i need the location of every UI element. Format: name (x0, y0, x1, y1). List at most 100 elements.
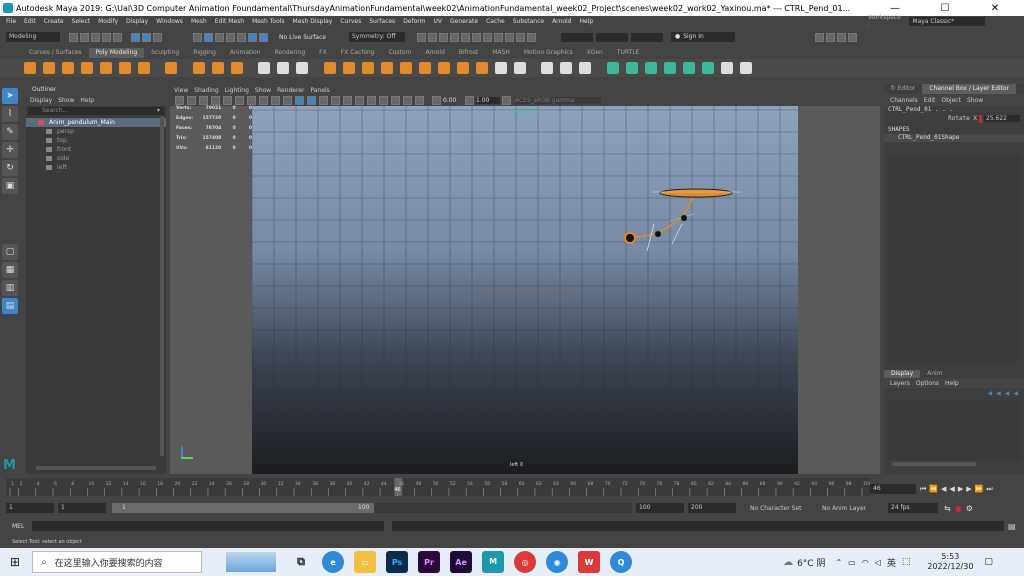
wireframe-icon[interactable] (295, 95, 304, 105)
sew-uv-icon[interactable] (682, 62, 695, 74)
premiere-icon[interactable]: Pr (418, 551, 441, 573)
menu-substance[interactable]: Substance (509, 18, 548, 25)
sculpt-icon[interactable] (494, 32, 503, 42)
layer-new-sel-icon[interactable]: ◀ (996, 390, 1001, 397)
gamma-field[interactable]: 1.00 (476, 96, 500, 104)
platonic-icon[interactable] (165, 62, 177, 74)
menu-create[interactable]: Create (40, 18, 68, 25)
select-object-icon[interactable] (142, 32, 151, 42)
menu-curves[interactable]: Curves (336, 18, 365, 25)
workspace-dropdown[interactable]: Maya Classic* (909, 16, 985, 26)
range-start2-field[interactable]: 1 (58, 503, 106, 513)
separate-icon[interactable] (277, 62, 289, 74)
app-tray-icon[interactable]: ⬚ (902, 557, 911, 567)
shelf-tab-turtle[interactable]: TURTLE (610, 48, 647, 58)
dropdown-icon[interactable]: ▾ (157, 107, 160, 114)
live-surface-field[interactable]: No Live Surface (279, 34, 343, 41)
play-forward-icon[interactable]: ▶ (958, 485, 963, 493)
xray-icon[interactable] (391, 95, 400, 105)
snap-live-icon[interactable] (248, 32, 257, 42)
poly-torus-icon[interactable] (99, 62, 112, 74)
layer-remove-icon[interactable]: ◀ (1013, 390, 1018, 397)
smooth-icon[interactable] (296, 62, 308, 74)
exposure-icon[interactable] (432, 95, 441, 105)
channel-icon[interactable] (527, 32, 536, 42)
clock[interactable]: 5:53 2022/12/30 (922, 552, 978, 572)
layer-scrollbar[interactable] (892, 462, 976, 466)
select-tool-icon[interactable]: ➤ (2, 88, 18, 104)
lights-icon[interactable] (331, 95, 340, 105)
snap-surface-icon[interactable] (237, 32, 246, 42)
rotate-tool-icon[interactable]: ↻ (2, 160, 18, 176)
boolean-icon[interactable] (323, 62, 336, 74)
snap-grid-icon[interactable] (193, 32, 202, 42)
new-scene-icon[interactable] (69, 32, 78, 42)
menu-display[interactable]: Display (122, 18, 152, 25)
gate-mask-icon[interactable] (259, 95, 268, 105)
render-settings-icon[interactable] (450, 32, 459, 42)
layout-uv-icon[interactable] (720, 62, 733, 74)
tab-display-layers[interactable]: Display (884, 370, 921, 378)
outliner-item-side[interactable]: side (26, 154, 166, 163)
outliner-menu-show[interactable]: Show (58, 97, 74, 104)
scale-tool-icon[interactable]: ▣ (2, 178, 18, 194)
xray-joints-icon[interactable] (403, 95, 412, 105)
layer-add-icon[interactable]: ◀ (1005, 390, 1010, 397)
menu-generate[interactable]: Generate (446, 18, 482, 25)
menu-select[interactable]: Select (68, 18, 95, 25)
task-view-icon[interactable]: ⧉ (290, 551, 312, 573)
go-start-icon[interactable]: ⏮ (920, 485, 926, 494)
viewport-menu-show[interactable]: Show (255, 87, 271, 94)
pendulum-base[interactable] (659, 188, 733, 198)
taskbar-search-input[interactable]: 在这里输入你要搜索的内容 (55, 556, 163, 569)
mash-icon[interactable] (516, 32, 525, 42)
command-language-label[interactable]: MEL (12, 523, 30, 530)
volume-icon[interactable]: ◁ (875, 558, 881, 567)
shelf-tab-custom[interactable]: Custom (381, 48, 418, 58)
go-end-icon[interactable]: ⏭ (986, 485, 992, 494)
snap-curve-icon[interactable] (204, 32, 213, 42)
menu-modify[interactable]: Modify (94, 18, 122, 25)
smooth-shade-icon[interactable] (307, 95, 316, 105)
super-shape-icon[interactable] (192, 62, 205, 74)
menu-mesh[interactable]: Mesh (187, 18, 211, 25)
step-forward-key-icon[interactable]: ⏩ (975, 485, 984, 493)
color-space-dropdown[interactable]: ACES_sRGB gamma (515, 96, 601, 104)
four-pane-icon[interactable]: ▥ (2, 280, 18, 296)
workspace-selector[interactable]: Workspace : Maya Classic* ⚙ (868, 14, 1024, 28)
outliner-item-anim-pendulum-main[interactable]: Anim_pendulum_Main (26, 118, 166, 127)
browser-360-icon[interactable]: ◉ (546, 551, 569, 573)
current-frame-field[interactable]: 46 (870, 484, 916, 494)
range-end-field[interactable]: 100 (636, 503, 684, 513)
outliner-menu-display[interactable]: Display (30, 97, 52, 104)
auto-key-icon[interactable]: ● (955, 504, 962, 513)
menu-windows[interactable]: Windows (152, 18, 187, 25)
range-end2-field[interactable]: 200 (688, 503, 736, 513)
last-tool-icon[interactable]: ▢ (2, 244, 18, 260)
camera-select-icon[interactable] (175, 95, 184, 105)
shape-name[interactable]: CTRL_Pend_01Shape (884, 134, 1024, 142)
outliner-menu-help[interactable]: Help (80, 97, 94, 104)
shelf-tab-mash[interactable]: MASH (485, 48, 517, 58)
snap-view-icon[interactable] (226, 32, 235, 42)
shelf-tab-rendering[interactable]: Rendering (268, 48, 313, 58)
poly-disc-icon[interactable] (137, 62, 150, 74)
pendulum-end-ctrl[interactable] (624, 232, 636, 244)
select-component-icon[interactable] (153, 32, 162, 42)
color-mgmt-icon[interactable] (502, 95, 511, 105)
app-search-icon[interactable]: Q (610, 551, 633, 573)
combine-icon[interactable] (258, 62, 270, 74)
script-editor-icon[interactable]: ▤ (1008, 522, 1016, 531)
channel-object-name[interactable]: CTRL_Pend_01 . . . (884, 106, 1024, 114)
outliner-item-persp[interactable]: persp (26, 127, 166, 136)
netease-music-icon[interactable]: ◎ (514, 551, 537, 573)
coord-y-field[interactable] (596, 32, 628, 42)
field-chart-icon[interactable] (271, 95, 280, 105)
layout-icon-2[interactable] (826, 32, 835, 42)
shadows-icon[interactable] (343, 95, 352, 105)
safe-action-icon[interactable] (283, 95, 292, 105)
windows-start-icon[interactable]: ⊞ (10, 555, 20, 569)
viewport-menu-panels[interactable]: Panels (310, 87, 329, 94)
rotate-x-row[interactable]: Rotate X 25.622 (884, 114, 1024, 123)
snap-point-icon[interactable] (215, 32, 224, 42)
